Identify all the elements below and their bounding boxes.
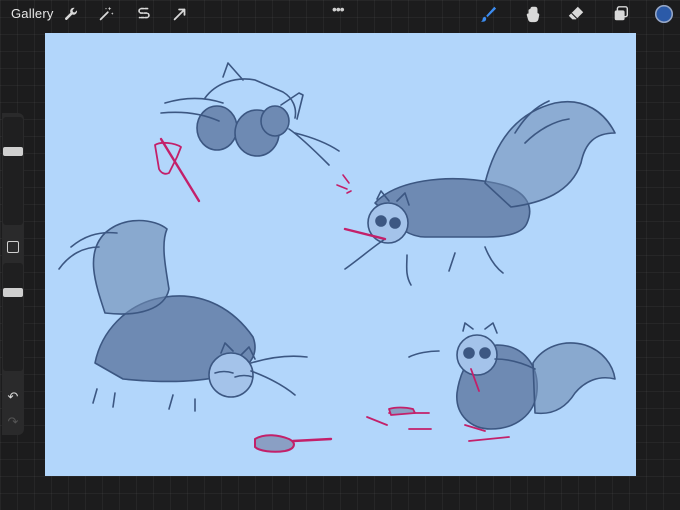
brush-size-slider[interactable] xyxy=(3,117,23,225)
skunk-sketch-top xyxy=(160,62,340,166)
wrench-icon[interactable] xyxy=(61,4,81,24)
color-picker-button[interactable] xyxy=(655,5,673,23)
selection-s-icon[interactable] xyxy=(134,4,154,24)
top-toolbar: Gallery ••• xyxy=(0,0,680,28)
opacity-thumb[interactable] xyxy=(3,288,23,297)
brush-size-thumb[interactable] xyxy=(3,147,23,156)
drawing-canvas[interactable] xyxy=(45,33,636,476)
eraser-icon[interactable] xyxy=(566,4,586,24)
magic-wand-icon[interactable] xyxy=(96,4,116,24)
pencil-doodle xyxy=(254,434,333,453)
skunk-sketch-right xyxy=(336,100,616,286)
smudge-icon[interactable] xyxy=(523,4,543,24)
modify-button[interactable] xyxy=(7,241,19,253)
left-sidebar: ↶ ↷ xyxy=(2,113,24,435)
undo-icon[interactable]: ↶ xyxy=(6,390,20,404)
sketch-artwork xyxy=(58,62,616,453)
gallery-button[interactable]: Gallery xyxy=(11,6,54,21)
brush-icon[interactable] xyxy=(478,4,498,24)
layers-icon[interactable] xyxy=(611,4,631,24)
skunk-sketch-bottom-right xyxy=(408,322,616,430)
transform-arrow-icon[interactable] xyxy=(170,4,190,24)
more-options-button[interactable]: ••• xyxy=(332,1,345,17)
skunk-sketch-left xyxy=(58,219,308,412)
redo-icon[interactable]: ↷ xyxy=(6,415,20,429)
opacity-slider[interactable] xyxy=(3,263,23,371)
bottle-doodle-1 xyxy=(154,137,201,203)
